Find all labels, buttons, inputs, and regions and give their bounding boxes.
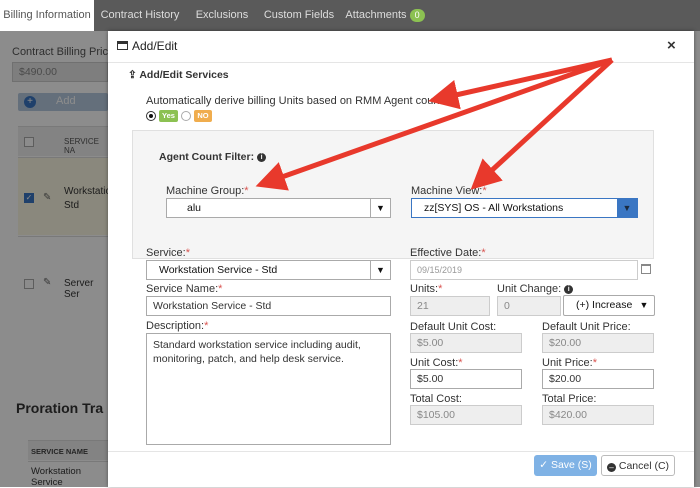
arrow-to-machine-view xyxy=(470,58,614,190)
arrow-to-machine-group xyxy=(255,57,613,191)
annotation-arrows xyxy=(255,57,614,191)
